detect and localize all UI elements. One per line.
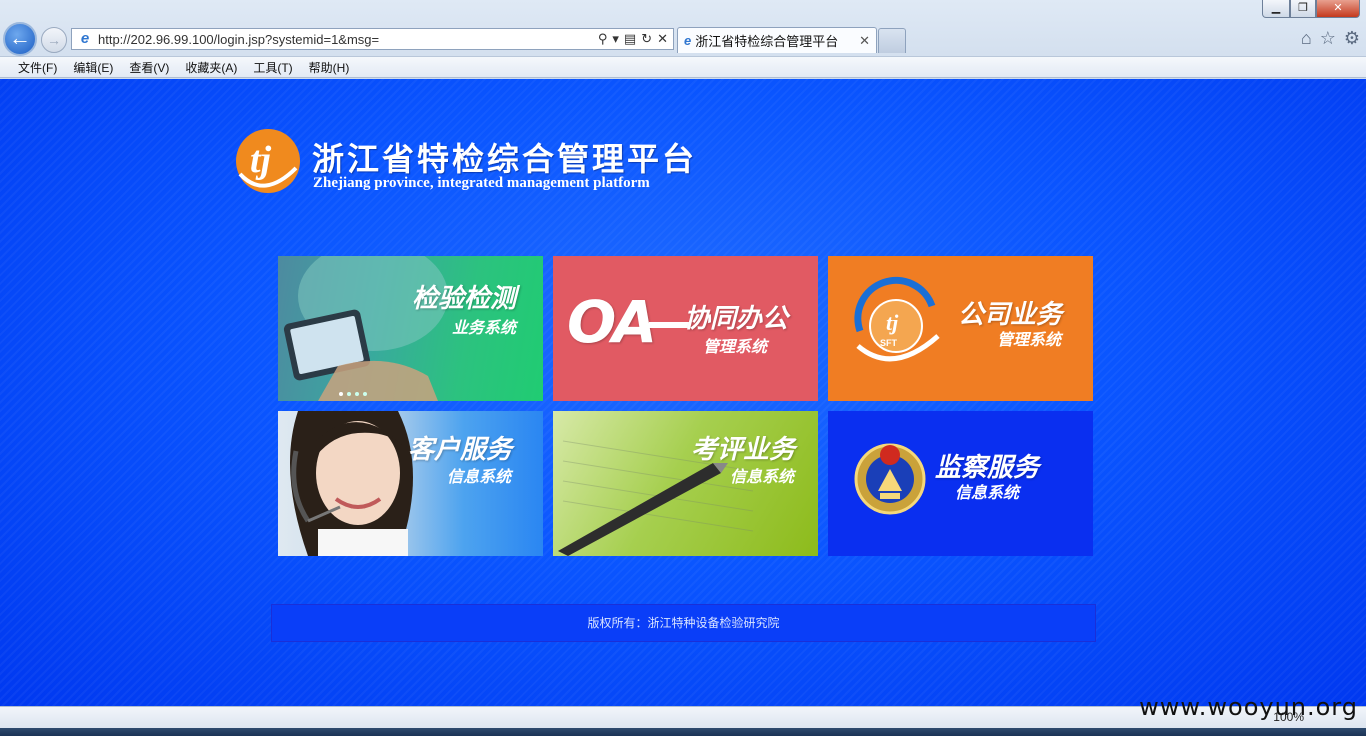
svg-text:tj: tj (250, 139, 272, 181)
menu-tools[interactable]: 工具(T) (245, 59, 300, 76)
browser-tools: ⌂ ☆ ⚙ (1301, 28, 1360, 49)
gear-icon[interactable]: ⚙ (1344, 28, 1360, 49)
stop-icon[interactable]: ✕ (657, 31, 668, 47)
window-controls: ▁ ❐ ✕ (1262, 0, 1360, 18)
ie-tab-icon: e (684, 33, 692, 48)
watermark-text: www.wooyun.org (1139, 693, 1358, 721)
tile-title: 检验检测 (412, 284, 517, 314)
compat-view-icon[interactable]: ▤ (624, 31, 636, 47)
page-title: 浙江省特检综合管理平台 (312, 140, 698, 178)
menu-view[interactable]: 查看(V) (121, 59, 177, 76)
tile-title: 客户服务 (408, 435, 513, 465)
menu-favorites[interactable]: 收藏夹(A) (177, 59, 245, 76)
tile-inspection-system[interactable]: 检验检测 业务系统 (278, 256, 543, 401)
customer-agent-photo-image (290, 411, 413, 556)
favorites-star-icon[interactable]: ☆ (1320, 28, 1336, 49)
new-tab-button[interactable] (878, 28, 906, 53)
portal-page: tj 浙江省特检综合管理平台 Zhejiang province, integr… (0, 79, 1366, 706)
refresh-icon[interactable]: ↻ (641, 31, 652, 47)
tile-subtitle: 管理系统 (703, 337, 768, 356)
tab-title: 浙江省特检综合管理平台 (695, 34, 839, 49)
forward-button[interactable]: → (41, 27, 67, 53)
menu-file[interactable]: 文件(F) (10, 59, 65, 76)
minimize-icon[interactable]: ▁ (1262, 0, 1290, 18)
home-icon[interactable]: ⌂ (1301, 28, 1312, 49)
national-emblem-icon (854, 443, 926, 515)
maximize-icon[interactable]: ❐ (1290, 0, 1316, 18)
oa-dash-decoration (649, 322, 689, 328)
menu-help[interactable]: 帮助(H) (301, 59, 358, 76)
page-subtitle: Zhejiang province, integrated management… (313, 175, 650, 191)
os-taskbar (0, 728, 1366, 736)
tile-oa-system[interactable]: OA 协同办公 管理系统 (553, 256, 818, 401)
close-icon[interactable]: ✕ (1316, 0, 1360, 18)
svg-text:tj: tj (886, 310, 899, 335)
menu-edit[interactable]: 编辑(E) (65, 59, 121, 76)
oa-badge: OA (567, 288, 657, 356)
address-controls: ⚲ ▾ ▤ ↻ ✕ (598, 31, 668, 47)
tile-title: 考评业务 (691, 435, 796, 465)
tile-customer-service-system[interactable]: 客户服务 信息系统 (278, 411, 543, 556)
tile-supervision-system[interactable]: 监察服务 信息系统 (828, 411, 1093, 556)
dropdown-icon[interactable]: ▾ (612, 31, 619, 47)
tile-subtitle: 信息系统 (730, 467, 795, 486)
tile-title: 协同办公 (684, 304, 789, 334)
back-button[interactable]: ← (3, 22, 37, 56)
menu-bar: 文件(F) 编辑(E) 查看(V) 收藏夹(A) 工具(T) 帮助(H) (0, 56, 1366, 78)
search-icon[interactable]: ⚲ (598, 31, 608, 47)
tile-subtitle: 信息系统 (447, 467, 512, 486)
ie-page-icon: e (80, 30, 90, 47)
svg-text:SFT: SFT (880, 338, 898, 348)
address-bar[interactable]: e http://202.96.99.100/login.jsp?systemi… (71, 28, 674, 50)
tile-subtitle: 管理系统 (997, 330, 1062, 349)
tile-company-system[interactable]: tj SFT 公司业务 管理系统 (828, 256, 1093, 401)
tab-active[interactable]: e 浙江省特检综合管理平台 ✕ (677, 27, 877, 53)
tj-logo: tj (236, 129, 300, 193)
copyright-footer: 版权所有：浙江特种设备检验研究院 (271, 604, 1096, 642)
sft-logo-icon: tj SFT (854, 276, 940, 362)
address-url[interactable]: http://202.96.99.100/login.jsp?systemid=… (98, 32, 598, 47)
browser-chrome: ▁ ❐ ✕ ← → e http://202.96.99.100/login.j… (0, 0, 1366, 79)
tile-evaluation-system[interactable]: 考评业务 信息系统 (553, 411, 818, 556)
tile-subtitle: 业务系统 (452, 318, 517, 337)
tab-close-icon[interactable]: ✕ (859, 33, 870, 49)
tile-subtitle: 信息系统 (955, 483, 1020, 502)
